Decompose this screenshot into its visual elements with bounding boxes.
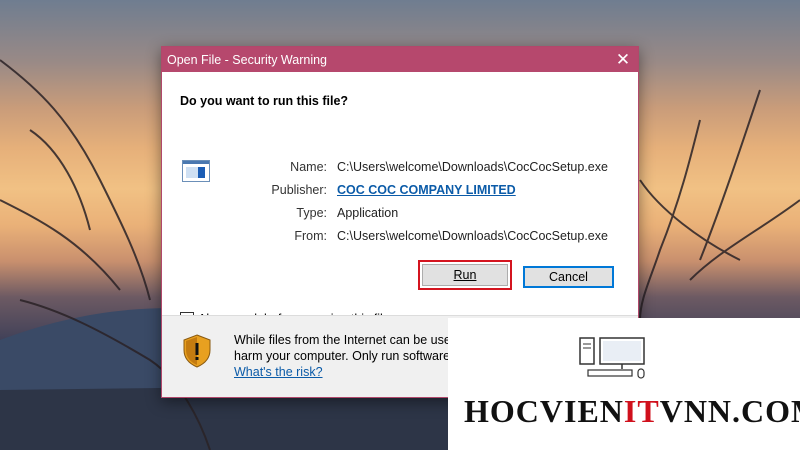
- dialog-body: Do you want to run this file? Name: C:\U…: [162, 72, 638, 326]
- watermark-logo: HOCVIENITVNN.COM: [448, 318, 800, 450]
- dialog-titlebar[interactable]: Open File - Security Warning ✕: [162, 47, 638, 72]
- application-file-icon: [182, 160, 210, 182]
- dialog-question: Do you want to run this file?: [180, 94, 349, 108]
- warning-line-2: harm your computer. Only run software: [234, 349, 451, 363]
- cancel-button-label: Cancel: [549, 270, 588, 284]
- name-value: C:\Users\welcome\Downloads\CocCocSetup.e…: [337, 159, 608, 174]
- file-details: Name: C:\Users\welcome\Downloads\CocCocS…: [232, 155, 608, 247]
- close-icon[interactable]: ✕: [608, 47, 638, 72]
- type-value: Application: [337, 205, 399, 220]
- name-row: Name: C:\Users\welcome\Downloads\CocCocS…: [232, 155, 608, 178]
- internet-warning-text: While files from the Internet can be use…: [234, 332, 454, 380]
- type-row: Type: Application: [232, 201, 608, 224]
- brand-part-3: VNN.COM: [659, 393, 800, 429]
- publisher-label: Publisher:: [271, 182, 327, 197]
- from-row: From: C:\Users\welcome\Downloads\CocCocS…: [232, 224, 608, 247]
- from-label: From:: [294, 228, 327, 243]
- from-value: C:\Users\welcome\Downloads\CocCocSetup.e…: [337, 228, 608, 243]
- warning-line-1: While files from the Internet can be use…: [234, 333, 455, 347]
- brand-part-2: IT: [623, 393, 660, 429]
- publisher-link[interactable]: COC COC COMPANY LIMITED: [337, 183, 516, 197]
- cancel-button[interactable]: Cancel: [523, 266, 614, 288]
- name-label: Name:: [290, 159, 327, 174]
- run-button-label: Run: [453, 268, 477, 282]
- dialog-title: Open File - Security Warning: [167, 52, 328, 67]
- type-label: Type:: [296, 205, 327, 220]
- whats-the-risk-link[interactable]: What's the risk?: [234, 364, 454, 380]
- security-shield-icon: [183, 334, 211, 368]
- publisher-row: Publisher: COC COC COMPANY LIMITED: [232, 178, 608, 201]
- computer-logo-icon: [579, 337, 645, 379]
- brand-logo-text: HOCVIENITVNN.COM: [464, 393, 800, 430]
- run-button[interactable]: Run: [418, 260, 512, 290]
- brand-part-1: HOCVIEN: [464, 393, 624, 429]
